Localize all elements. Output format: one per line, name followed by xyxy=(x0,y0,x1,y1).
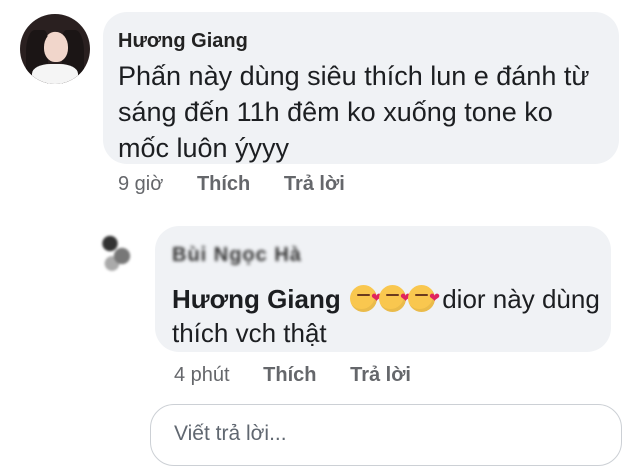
reply-reply-button[interactable]: Trả lời xyxy=(350,364,411,386)
reply-actions: 4 phút Thích Trả lời xyxy=(174,364,439,387)
comment-actions: 9 giờ Thích Trả lời xyxy=(118,173,373,196)
reply-text: Hương Giang dior này dùng thích vch thật xyxy=(172,281,602,350)
face-blowing-kiss-icon xyxy=(349,281,382,315)
reply-avatar[interactable] xyxy=(96,226,136,276)
face-blowing-kiss-icon xyxy=(407,281,440,315)
reply-input-placeholder: Viết trả lời... xyxy=(174,422,287,445)
avatar-face xyxy=(44,32,68,62)
avatar-shirt xyxy=(32,64,78,84)
reply-like-button[interactable]: Thích xyxy=(263,364,316,386)
comment-timestamp[interactable]: 9 giờ xyxy=(118,173,163,195)
reply-mention-tag[interactable]: Hương Giang xyxy=(172,284,341,314)
commenter-avatar[interactable] xyxy=(20,14,90,84)
comment-text: Phấn này dùng siêu thích lun e đánh từ s… xyxy=(118,61,590,163)
comment-like-button[interactable]: Thích xyxy=(197,173,250,195)
face-blowing-kiss-icon xyxy=(378,281,411,315)
comment-reply-button[interactable]: Trả lời xyxy=(284,173,345,195)
comment-author-name[interactable]: Hương Giang xyxy=(118,30,248,53)
reply-timestamp[interactable]: 4 phút xyxy=(174,364,230,386)
reply-author-name[interactable]: Bùi Ngọc Hà xyxy=(172,244,302,267)
